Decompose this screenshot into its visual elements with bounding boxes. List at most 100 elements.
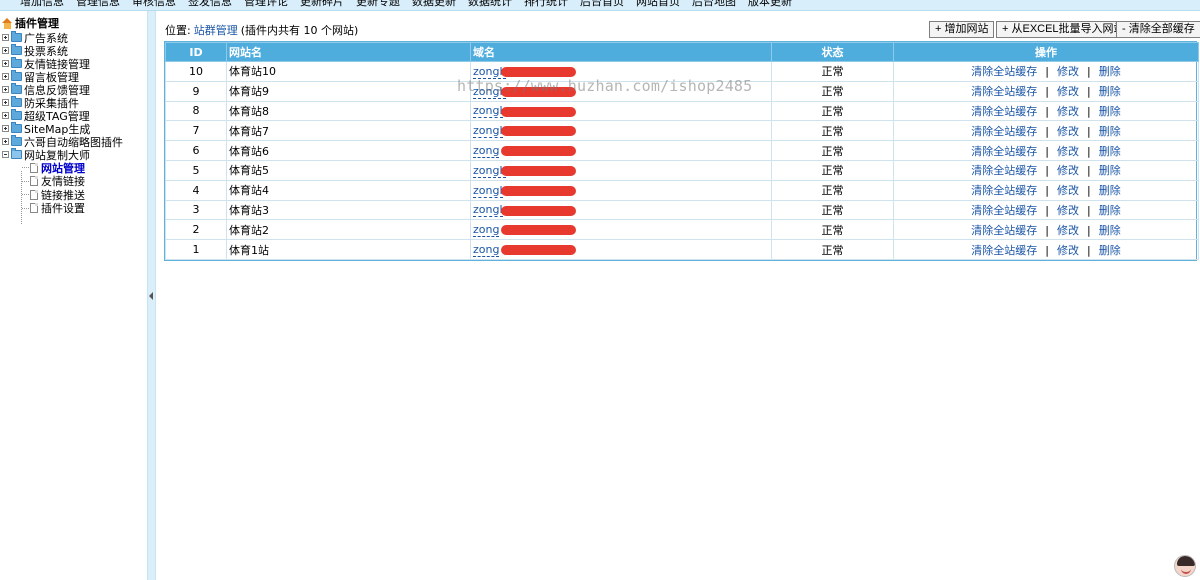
expand-icon[interactable] — [2, 112, 9, 119]
expand-icon[interactable] — [2, 34, 9, 41]
col-header-actions: 操作 — [893, 42, 1199, 62]
expand-icon[interactable] — [2, 86, 9, 93]
avatar[interactable] — [1174, 555, 1196, 577]
cell-id: 7 — [165, 120, 227, 142]
domain-link[interactable]: zongl — [473, 183, 503, 198]
tree-branch-line — [22, 167, 29, 168]
edit-link[interactable]: 修改 — [1057, 85, 1079, 98]
domain-link[interactable]: zong — [473, 144, 500, 159]
clear-cache-link[interactable]: 清除全站缓存 — [971, 125, 1037, 138]
folder-icon — [11, 44, 22, 55]
folder-icon — [11, 109, 22, 120]
edit-link[interactable]: 修改 — [1057, 105, 1079, 118]
clear-cache-link[interactable]: 清除全站缓存 — [971, 204, 1037, 217]
delete-link[interactable]: 删除 — [1099, 105, 1121, 118]
import-excel-button[interactable]: + 从EXCEL批量导入网站 — [996, 21, 1131, 38]
cell-domain: zongl — [470, 199, 772, 221]
table-row: 7 体育站7 zongl 正常 清除全站缓存 | 修改 | 删除 — [165, 120, 1199, 142]
clear-cache-link[interactable]: 清除全站缓存 — [971, 105, 1037, 118]
breadcrumb-link[interactable]: 站群管理 — [194, 24, 238, 37]
top-nav-item[interactable]: 更新碎片 — [294, 0, 350, 7]
top-nav-item[interactable]: 后台首页 — [574, 0, 630, 7]
domain-link[interactable]: zongl — [473, 124, 503, 139]
top-nav-item[interactable]: 管理评论 — [238, 0, 294, 7]
add-site-button[interactable]: + 增加网站 — [929, 21, 995, 38]
sidebar-sub-item[interactable]: 插件设置 — [22, 202, 85, 215]
clear-cache-link[interactable]: 清除全站缓存 — [971, 85, 1037, 98]
top-nav-item[interactable]: 排行统计 — [518, 0, 574, 7]
delete-link[interactable]: 删除 — [1099, 125, 1121, 138]
tree-branch-line — [22, 180, 29, 182]
folder-icon — [11, 135, 22, 146]
top-nav-item[interactable]: 增加信息 — [14, 0, 70, 7]
redaction-mark — [501, 106, 576, 117]
edit-link[interactable]: 修改 — [1057, 244, 1079, 257]
domain-link[interactable]: zongl — [473, 203, 503, 218]
clear-cache-link[interactable]: 清除全站缓存 — [971, 224, 1037, 237]
expand-icon[interactable] — [2, 125, 9, 132]
delete-link[interactable]: 删除 — [1099, 244, 1121, 257]
tree-branch-line — [22, 194, 29, 195]
cell-status: 正常 — [771, 199, 894, 221]
redaction-mark — [501, 67, 576, 77]
folder-open-icon — [11, 148, 22, 159]
domain-link[interactable]: zongl — [473, 104, 503, 119]
top-nav-item[interactable]: 管理信息 — [70, 0, 126, 7]
redaction-mark — [501, 146, 576, 157]
delete-link[interactable]: 删除 — [1099, 164, 1121, 177]
expand-icon[interactable] — [2, 138, 9, 145]
delete-link[interactable]: 删除 — [1099, 224, 1121, 237]
clear-cache-link[interactable]: 清除全站缓存 — [971, 244, 1037, 257]
cell-domain: zongl — [470, 179, 772, 201]
table-body: 10 体育站10 zongh 正常 清除全站缓存 | 修改 | 删除 9 体育站9 zongh 正常 清除… — [165, 61, 1199, 260]
clear-cache-link[interactable]: 清除全站缓存 — [971, 145, 1037, 158]
clear-cache-link[interactable]: 清除全站缓存 — [971, 65, 1037, 78]
delete-link[interactable]: 删除 — [1099, 145, 1121, 158]
delete-link[interactable]: 删除 — [1099, 204, 1121, 217]
top-nav-item[interactable]: 版本更新 — [742, 0, 798, 7]
redaction-mark — [501, 126, 576, 137]
top-nav-item[interactable]: 审核信息 — [126, 0, 182, 7]
edit-link[interactable]: 修改 — [1057, 65, 1079, 78]
edit-link[interactable]: 修改 — [1057, 164, 1079, 177]
action-separator: | — [1087, 85, 1091, 99]
tree-root[interactable]: 插件管理 — [2, 16, 59, 30]
edit-link[interactable]: 修改 — [1057, 204, 1079, 217]
cell-actions: 清除全站缓存 | 修改 | 删除 — [893, 120, 1199, 142]
expand-icon[interactable] — [2, 60, 9, 67]
domain-link[interactable]: zong — [473, 243, 500, 258]
cell-name: 体育站10 — [226, 61, 471, 82]
expand-icon[interactable] — [2, 99, 9, 106]
sidebar: 插件管理 广告系统 投票系统 友情链接管理 留言板管理 信息反馈管理 防采集插件 超级TAG… — [0, 11, 147, 580]
cell-actions: 清除全站缓存 | 修改 | 删除 — [893, 199, 1199, 221]
cell-id: 8 — [165, 100, 227, 122]
clear-cache-link[interactable]: 清除全站缓存 — [971, 184, 1037, 197]
clear-all-cache-button[interactable]: - 清除全部缓存 — [1116, 21, 1200, 38]
edit-link[interactable]: 修改 — [1057, 145, 1079, 158]
domain-link[interactable]: zong — [473, 223, 500, 238]
clear-cache-link[interactable]: 清除全站缓存 — [971, 164, 1037, 177]
folder-icon — [11, 96, 22, 107]
top-nav-item[interactable]: 后台地图 — [686, 0, 742, 7]
edit-link[interactable]: 修改 — [1057, 125, 1079, 138]
top-nav-item[interactable]: 签发信息 — [182, 0, 238, 7]
collapse-icon[interactable] — [2, 151, 9, 158]
expand-icon[interactable] — [2, 73, 9, 80]
top-nav-item[interactable]: 网站首页 — [630, 0, 686, 7]
delete-link[interactable]: 删除 — [1099, 65, 1121, 78]
action-separator: | — [1087, 124, 1091, 138]
cell-id: 6 — [165, 140, 227, 161]
edit-link[interactable]: 修改 — [1057, 184, 1079, 197]
delete-link[interactable]: 删除 — [1099, 85, 1121, 98]
top-nav-item[interactable]: 数据统计 — [462, 0, 518, 7]
top-nav-item[interactable]: 更新专题 — [350, 0, 406, 7]
collapse-arrow-icon[interactable] — [149, 292, 153, 300]
sidebar-collapse-bar[interactable] — [147, 11, 156, 580]
delete-link[interactable]: 删除 — [1099, 184, 1121, 197]
action-separator: | — [1087, 243, 1091, 257]
edit-link[interactable]: 修改 — [1057, 224, 1079, 237]
cell-id: 5 — [165, 159, 227, 181]
expand-icon[interactable] — [2, 47, 9, 54]
top-nav-item[interactable]: 数据更新 — [406, 0, 462, 7]
home-icon — [2, 17, 13, 29]
